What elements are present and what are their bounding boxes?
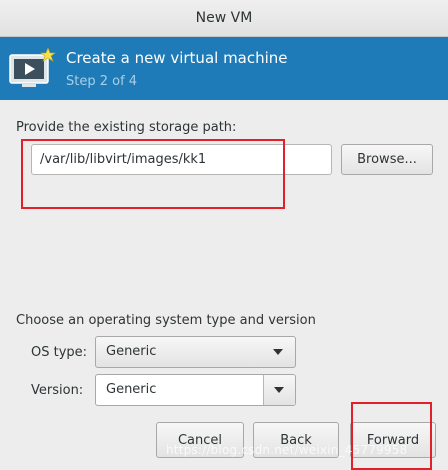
os-section-label: Choose an operating system type and vers… (16, 313, 316, 328)
os-type-select[interactable]: Generic (95, 336, 296, 368)
wizard-title: Create a new virtual machine (66, 49, 288, 67)
browse-button[interactable]: Browse... (341, 144, 433, 175)
virtual-machine-icon (9, 47, 56, 87)
window-titlebar[interactable]: New VM (0, 0, 448, 37)
chevron-down-icon (274, 387, 284, 393)
version-combo[interactable]: Generic (95, 374, 296, 406)
browse-button-label: Browse... (357, 152, 417, 167)
version-dropdown-button[interactable] (264, 375, 295, 405)
os-type-value: Generic (106, 344, 157, 359)
version-label: Version: (31, 383, 84, 398)
os-type-label: OS type: (31, 345, 88, 360)
wizard-header: Create a new virtual machine Step 2 of 4 (0, 37, 448, 100)
version-value[interactable]: Generic (106, 375, 156, 405)
storage-path-label: Provide the existing storage path: (16, 120, 237, 135)
chevron-down-icon (273, 349, 283, 355)
annotation-highlight-path (21, 139, 285, 209)
annotation-highlight-forward (351, 402, 432, 470)
wizard-step: Step 2 of 4 (66, 74, 138, 89)
watermark-text: https://blog.csdn.net/weixin_45779958 (166, 443, 408, 457)
window-title: New VM (195, 10, 253, 26)
